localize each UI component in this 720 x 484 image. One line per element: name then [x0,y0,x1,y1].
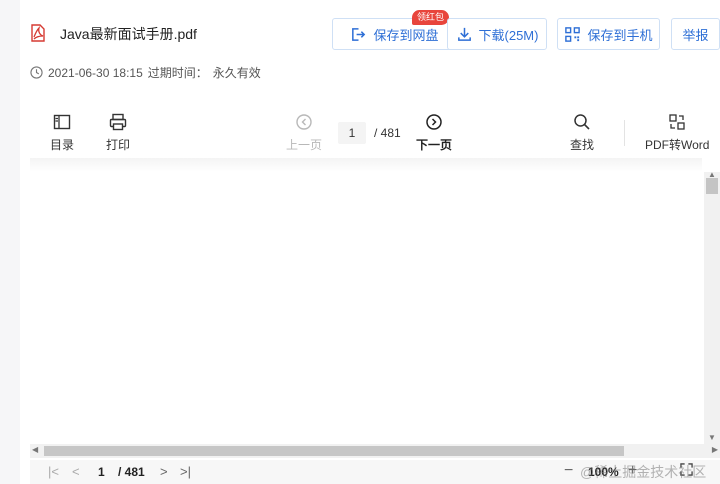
download-label: 下载(25M) [478,27,539,43]
save-to-phone-button[interactable]: 保存到手机 [557,18,660,50]
qr-code-icon [565,26,581,42]
print-label: 打印 [106,138,131,152]
total-pages: / 481 [374,126,401,140]
report-label: 举报 [682,27,709,43]
save-to-disk-icon [352,27,366,41]
horizontal-scroll-thumb[interactable] [44,446,624,456]
pdf-to-word-button[interactable]: PDF转Word [645,112,709,153]
toc-label: 目录 [50,138,75,152]
chevron-up-circle-icon [296,114,312,130]
save-to-phone-label: 保存到手机 [587,27,653,43]
clock-icon [30,66,43,79]
chevron-right-circle-icon [426,114,442,130]
pdf-preview-page: Java最新面试手册.pdf 2021-06-30 18:15 过期时间： 永久… [20,0,720,484]
page-indicator: 1 / 481 [338,122,402,144]
file-meta: 2021-06-30 18:15 过期时间： 永久有效 [30,64,261,81]
scroll-down-icon[interactable]: ▼ [708,433,716,442]
zoom-out-icon[interactable]: − [564,462,573,480]
last-page-icon[interactable]: >| [180,464,191,479]
horizontal-scrollbar[interactable]: ◀ ▶ [30,444,720,458]
print-button[interactable]: 打印 [106,112,130,153]
save-to-disk-label: 保存到网盘 [373,27,439,43]
viewer-shadow [30,158,702,172]
next-page-button[interactable]: 下一页 [416,112,452,153]
sidebar-toc-icon [53,114,71,130]
watermark: @稀土掘金技术社区 [580,464,707,480]
next-page-icon[interactable]: > [160,464,168,479]
next-page-label: 下一页 [416,138,453,152]
first-page-icon[interactable]: |< [48,464,59,479]
document-viewer[interactable]: ▲ ▼ ◀ ▶ [30,158,720,458]
prev-page-button[interactable]: 上一页 [286,112,322,153]
red-packet-badge[interactable]: 领红包 [412,10,450,25]
convert-icon [669,114,685,130]
search-button[interactable]: 查找 [570,112,594,153]
file-date: 2021-06-30 18:15 [48,65,143,80]
expire-value: 永久有效 [212,66,261,80]
scroll-left-icon[interactable]: ◀ [32,445,38,454]
bottom-total-pages: / 481 [118,465,145,479]
search-icon [574,114,590,130]
download-icon [457,27,471,41]
vertical-scroll-thumb[interactable] [706,178,718,194]
current-page-input[interactable]: 1 [338,122,366,144]
pdf-to-word-label: PDF转Word [645,138,710,152]
expire-label: 过期时间： [147,66,208,80]
download-button[interactable]: 下载(25M) [447,18,547,50]
printer-icon [109,113,127,131]
prev-page-label: 上一页 [286,138,323,152]
search-label: 查找 [570,138,595,152]
report-button[interactable]: 举报 [671,18,720,50]
file-name: Java最新面试手册.pdf [60,26,197,42]
prev-page-icon[interactable]: < [72,464,80,479]
toc-button[interactable]: 目录 [50,112,74,153]
pdf-file-icon [30,24,46,42]
scroll-right-icon[interactable]: ▶ [712,445,718,454]
vertical-scrollbar[interactable]: ▲ ▼ [704,170,720,444]
toolbar-divider [624,120,625,146]
bottom-page-input[interactable]: 1 [98,465,105,479]
